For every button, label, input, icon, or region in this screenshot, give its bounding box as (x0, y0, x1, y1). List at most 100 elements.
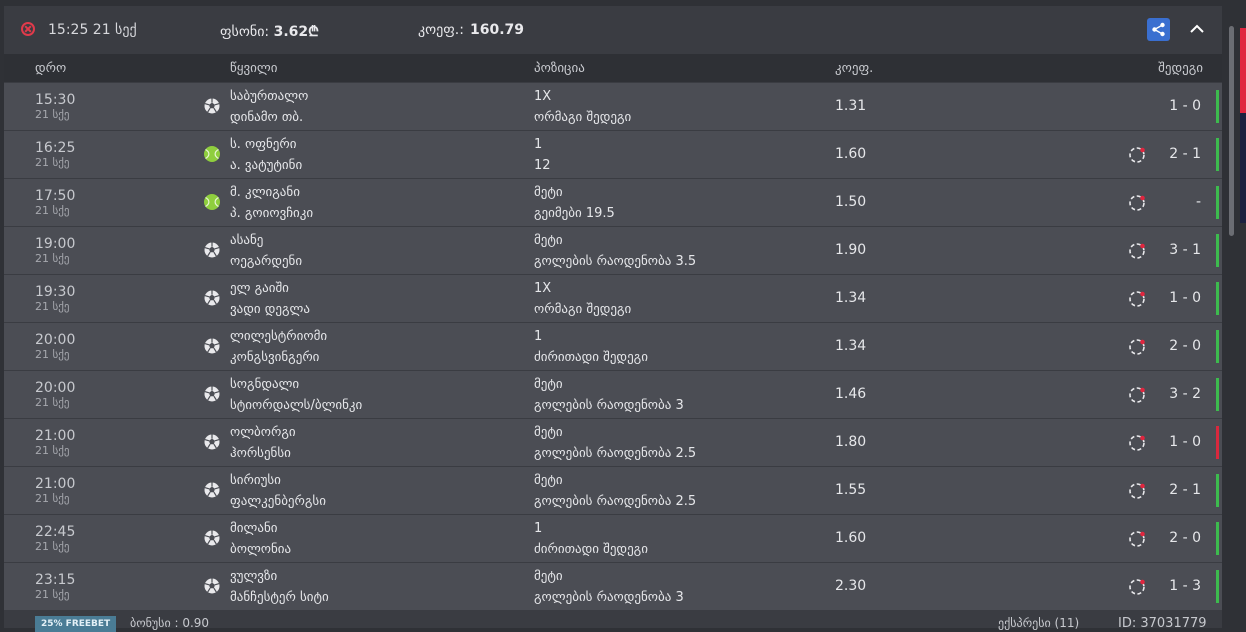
bet-market: გოლების რაოდენობა 2.5 (534, 494, 697, 509)
live-refresh-icon[interactable] (1128, 146, 1146, 164)
team-away: მანჩესტერ სიტი (230, 590, 329, 605)
match-time: 21:00 (35, 476, 76, 492)
table-row[interactable]: 20:00 21 სქე ლილესტრიომი კონგსვინგერი 1 ძირით… (4, 322, 1222, 370)
close-circle-icon[interactable] (21, 22, 35, 36)
bet-pick: მეტი (534, 377, 563, 392)
match-date: 21 სქე (35, 588, 70, 601)
bet-pick: 1 (534, 137, 543, 152)
bet-market: ძირითადი შედეგი (534, 542, 648, 557)
match-score: 2 - 0 (1169, 338, 1201, 354)
match-score: 1 - 0 (1169, 434, 1201, 450)
match-score: 3 - 1 (1169, 242, 1201, 258)
side-accent-navy (1240, 113, 1246, 223)
live-refresh-icon[interactable] (1128, 482, 1146, 500)
team-home: ვულვზი (230, 569, 278, 584)
table-row[interactable]: 15:30 21 სქე საბურთალო დინამო თბ. 1X ორმაგი შ… (4, 82, 1222, 130)
match-score: 1 - 0 (1169, 98, 1201, 114)
live-refresh-icon[interactable] (1128, 242, 1146, 260)
table-row[interactable]: 17:50 21 სქე მ. კლიგანი პ. გოიოვჩიკი მეტი გეი… (4, 178, 1222, 226)
team-home: ასანე (230, 233, 264, 248)
tennis-ball-icon (203, 193, 221, 211)
stake-value: 3.62₾ (273, 24, 319, 40)
match-date: 21 სქე (35, 444, 70, 457)
bet-odd: 1.34 (835, 338, 867, 354)
match-date: 21 სქე (35, 252, 70, 265)
team-home: სოგნდალი (230, 377, 300, 392)
bet-time: 15:25 21 სექ (48, 22, 137, 38)
match-time: 17:50 (35, 188, 76, 204)
bet-market: ორმაგი შედეგი (534, 302, 632, 317)
table-row[interactable]: 22:45 21 სქე მილანი ბოლონია 1 ძირითადი შედეგი… (4, 514, 1222, 562)
table-row[interactable]: 21:00 21 სქე ოლბორგი ჰორსენსი მეტი გოლების რა… (4, 418, 1222, 466)
bet-pick: მეტი (534, 233, 563, 248)
team-away: ფალკენბერგსი (230, 494, 326, 509)
bet-odd: 1.90 (835, 242, 867, 258)
team-home: ს. ოფნერი (230, 137, 297, 152)
bet-odd: 1.60 (835, 530, 867, 546)
team-home: ელ გაიში (230, 281, 289, 296)
team-away: ბოლონია (230, 542, 292, 557)
match-score: 2 - 1 (1169, 482, 1201, 498)
tennis-ball-icon (203, 145, 221, 163)
football-icon (203, 289, 221, 307)
live-refresh-icon[interactable] (1128, 386, 1146, 404)
total-odds-label: კოეფ.: (418, 22, 464, 38)
bet-market: 12 (534, 158, 551, 173)
bet-footer: 25% FREEBET ბონუსი : 0.90 ექსპრესი (11) … (4, 610, 1222, 632)
table-row[interactable]: 23:15 21 სქე ვულვზი მანჩესტერ სიტი მეტი გოლებ… (4, 562, 1222, 610)
bet-market: გოლების რაოდენობა 2.5 (534, 446, 697, 461)
football-icon (203, 529, 221, 547)
bet-market: გეიმები 19.5 (534, 206, 615, 221)
chevron-up-icon (1190, 24, 1204, 33)
live-refresh-icon[interactable] (1128, 194, 1146, 212)
bet-pick: 1X (534, 281, 552, 296)
match-time: 20:00 (35, 380, 76, 396)
collapse-button[interactable] (1187, 19, 1207, 39)
match-time: 20:00 (35, 332, 76, 348)
bet-odd: 1.50 (835, 194, 867, 210)
match-date: 21 სქე (35, 396, 70, 409)
match-score: - (1195, 194, 1201, 210)
match-date: 21 სქე (35, 540, 70, 553)
total-odds-value: 160.79 (469, 22, 525, 38)
col-match: წყვილი (230, 61, 278, 76)
live-refresh-icon[interactable] (1128, 434, 1146, 452)
football-icon (203, 241, 221, 259)
match-date: 21 სქე (35, 108, 70, 121)
bet-pick: მეტი (534, 473, 563, 488)
team-away: ოეგარდენი (230, 254, 303, 269)
table-row[interactable]: 21:00 21 სქე სირიუსი ფალკენბერგსი მეტი გოლები… (4, 466, 1222, 514)
match-score: 1 - 0 (1169, 290, 1201, 306)
football-icon (203, 385, 221, 403)
match-time: 19:00 (35, 236, 76, 252)
table-row[interactable]: 19:30 21 სქე ელ გაიში ვადი დეგლა 1X ორმაგი შე… (4, 274, 1222, 322)
result-indicator (1216, 234, 1219, 267)
share-button[interactable] (1147, 18, 1170, 41)
bet-odd: 1.46 (835, 386, 867, 402)
freebet-badge: 25% FREEBET (35, 616, 117, 632)
result-indicator (1216, 138, 1219, 171)
match-time: 21:00 (35, 428, 76, 444)
live-refresh-icon[interactable] (1128, 290, 1146, 308)
table-row[interactable]: 16:25 21 სქე ს. ოფნერი ა. ვატუტინი 1 12 1.60 2 … (4, 130, 1222, 178)
team-away: პ. გოიოვჩიკი (230, 206, 314, 221)
bet-odd: 1.34 (835, 290, 867, 306)
team-home: მ. კლიგანი (230, 185, 300, 200)
bet-pick: მეტი (534, 569, 563, 584)
bet-id: ID: 37031779 (1118, 616, 1207, 631)
table-row[interactable]: 19:00 21 სქე ასანე ოეგარდენი მეტი გოლების რაო… (4, 226, 1222, 274)
live-refresh-icon[interactable] (1128, 578, 1146, 596)
scrollbar[interactable] (1229, 26, 1234, 236)
team-away: დინამო თბ. (230, 110, 304, 125)
live-refresh-icon[interactable] (1128, 338, 1146, 356)
match-time: 19:30 (35, 284, 76, 300)
team-home: სირიუსი (230, 473, 281, 488)
live-refresh-icon[interactable] (1128, 530, 1146, 548)
bet-market: გოლების რაოდენობა 3 (534, 398, 684, 413)
bet-odd: 1.55 (835, 482, 867, 498)
col-results: შედეგი (1158, 61, 1203, 76)
bet-odd: 1.60 (835, 146, 867, 162)
table-row[interactable]: 20:00 21 სქე სოგნდალი სტიორდალს/ბლინკი მეტი გ… (4, 370, 1222, 418)
bet-odd: 1.31 (835, 98, 867, 114)
match-date: 21 სქე (35, 348, 70, 361)
